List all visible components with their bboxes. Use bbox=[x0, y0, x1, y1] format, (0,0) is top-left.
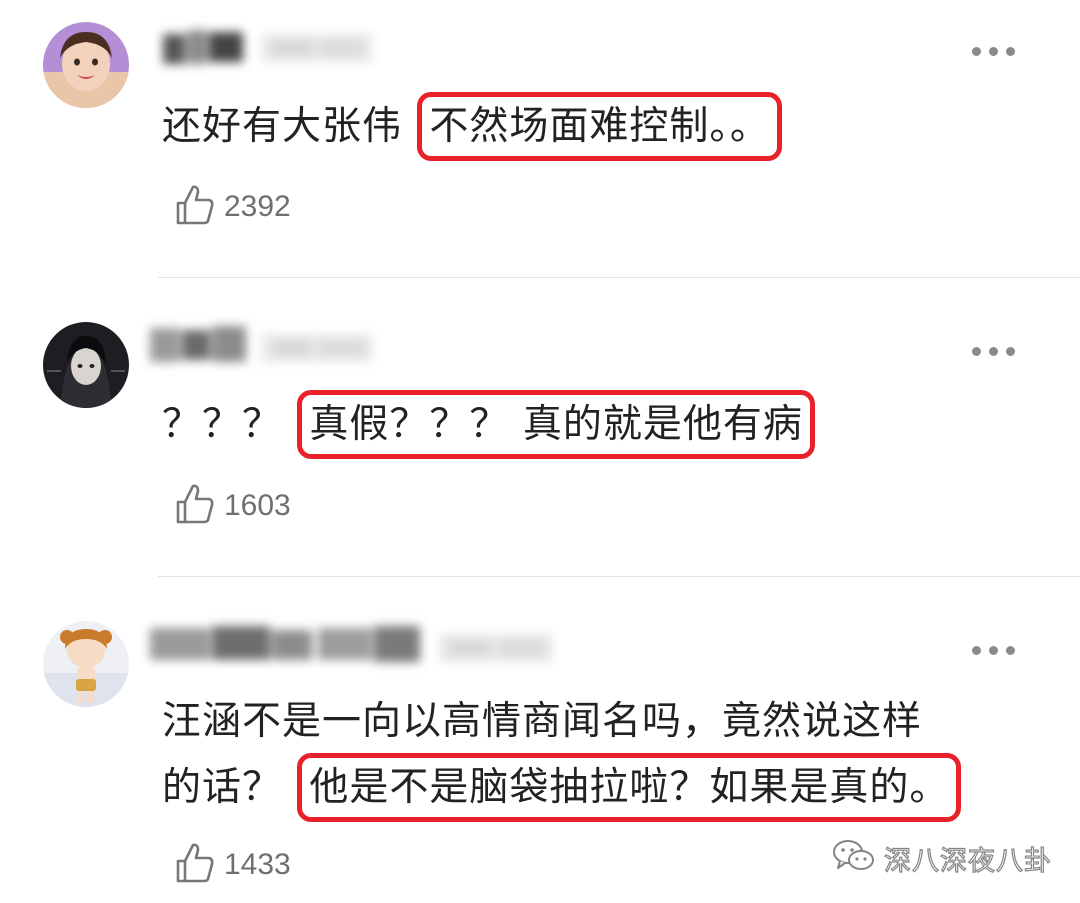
comment-text-plain: 的话？ bbox=[162, 765, 283, 810]
thumbs-up-icon bbox=[174, 482, 216, 530]
more-options-button[interactable] bbox=[972, 644, 1016, 656]
more-options-button[interactable] bbox=[972, 345, 1016, 357]
timestamp-blurred bbox=[262, 34, 372, 62]
thumbs-up-icon bbox=[174, 841, 216, 889]
avatar[interactable] bbox=[43, 322, 129, 408]
like-count: 1603 bbox=[224, 489, 291, 522]
comment-text-plain: ？？？ bbox=[162, 402, 283, 447]
comment-text-line2: 的话？ 他是不是脑袋抽拉啦？如果是真的。 bbox=[162, 753, 962, 822]
comment-item: 还好有大张伟 不然场面难控制。。 2392 bbox=[0, 0, 1080, 278]
comment-text: 还好有大张伟 不然场面难控制。。 bbox=[162, 92, 782, 161]
username-blurred[interactable] bbox=[163, 30, 245, 66]
avatar[interactable] bbox=[43, 621, 129, 707]
comment-text-plain: 还好有大张伟 bbox=[162, 104, 403, 149]
avatar[interactable] bbox=[43, 22, 129, 108]
comment-text-plain: 汪涵不是一向以高情商闻名吗，竟然说这样 bbox=[162, 699, 923, 744]
more-options-button[interactable] bbox=[972, 45, 1016, 57]
username-blurred[interactable] bbox=[150, 326, 246, 364]
timestamp-blurred bbox=[262, 334, 372, 362]
comment-text: ？？？ 真假？？？ 真的就是他有病 bbox=[162, 390, 815, 459]
highlighted-text: 他是不是脑袋抽拉啦？如果是真的。 bbox=[297, 753, 962, 822]
more-dots-icon bbox=[972, 47, 981, 56]
thumbs-up-icon bbox=[174, 183, 216, 231]
comment-item: ？？？ 真假？？？ 真的就是他有病 1603 bbox=[0, 278, 1080, 576]
like-count: 2392 bbox=[224, 190, 291, 223]
like-button[interactable]: 1603 bbox=[174, 483, 291, 529]
highlighted-text: 真假？？？ 真的就是他有病 bbox=[297, 390, 815, 459]
like-button[interactable]: 2392 bbox=[174, 184, 291, 230]
watermark-text: 深八深夜八卦 bbox=[883, 845, 1052, 877]
more-dots-icon bbox=[972, 646, 981, 655]
comment-text: 汪涵不是一向以高情商闻名吗，竟然说这样 bbox=[162, 691, 922, 753]
timestamp-blurred bbox=[440, 634, 552, 662]
like-button[interactable]: 1433 bbox=[174, 842, 291, 888]
wechat-icon bbox=[832, 838, 876, 878]
highlighted-text: 不然场面难控制。。 bbox=[417, 92, 782, 161]
username-blurred[interactable] bbox=[150, 624, 422, 664]
watermark: 深八深夜八卦 bbox=[832, 838, 1052, 878]
like-count: 1433 bbox=[224, 848, 291, 881]
more-dots-icon bbox=[972, 347, 981, 356]
